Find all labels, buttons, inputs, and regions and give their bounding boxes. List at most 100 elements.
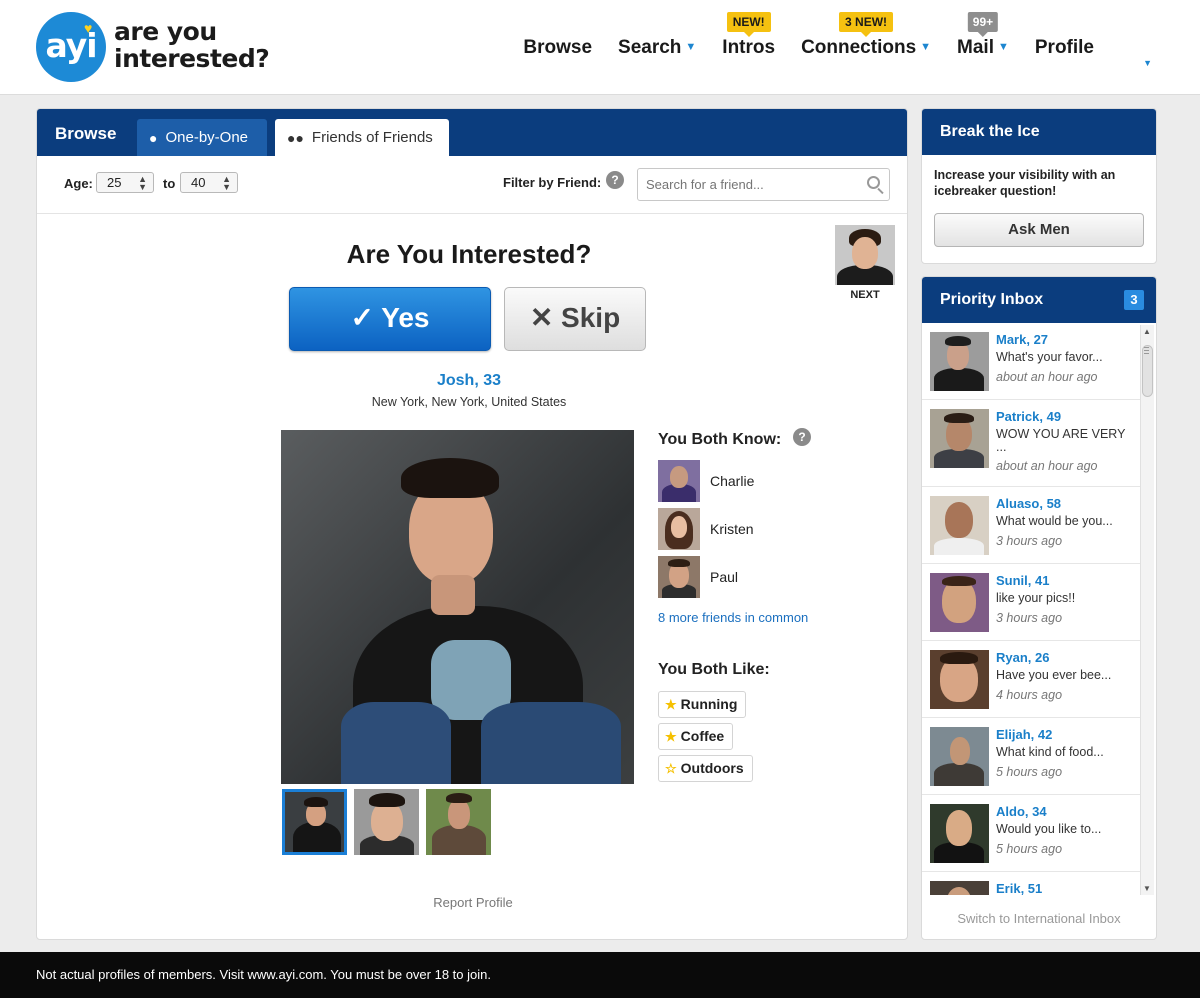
sender-avatar: [930, 409, 989, 468]
sender-name: Aluaso, 58: [996, 496, 1062, 511]
message-preview: Would you like to...: [996, 822, 1102, 836]
yes-button[interactable]: ✓ Yes: [289, 287, 491, 351]
scrollbar-thumb[interactable]: [1142, 345, 1153, 397]
nav-profile[interactable]: Profile: [1035, 10, 1094, 59]
photo-thumbnail[interactable]: [354, 789, 419, 855]
skip-button[interactable]: ✕ Skip: [504, 287, 646, 351]
inbox-message[interactable]: Ryan, 26 Have you ever bee... 4 hours ag…: [922, 641, 1140, 718]
ask-men-button[interactable]: Ask Men: [934, 213, 1144, 247]
profile-main-photo[interactable]: [281, 430, 634, 784]
photo-thumbnail[interactable]: [426, 789, 491, 855]
message-time: 3 hours ago: [996, 611, 1063, 625]
friend-search-input[interactable]: [646, 169, 856, 200]
sender-name: Elijah, 42: [996, 727, 1053, 742]
age-max-select[interactable]: 40 ▲ ▼: [180, 172, 238, 193]
chevron-down-icon: ▼: [997, 41, 1009, 53]
sender-name: Ryan, 26: [996, 650, 1050, 665]
logo-line-1: are you: [114, 17, 217, 46]
chevron-down-icon: ▼: [685, 41, 697, 53]
star-icon: ★: [665, 697, 677, 712]
sender-name: Erik, 51: [996, 881, 1043, 895]
inbox-message[interactable]: Sunil, 41 like your pics!! 3 hours ago: [922, 564, 1140, 641]
stepper-icon: ▲ ▼: [138, 174, 147, 192]
sender-avatar: [930, 573, 989, 632]
nav-search[interactable]: Search ▼: [618, 10, 696, 59]
logo-wordmark: are you interested?: [114, 17, 270, 73]
message-time: 5 hours ago: [996, 842, 1063, 856]
inbox-message[interactable]: Patrick, 49 WOW YOU ARE VERY ... about a…: [922, 400, 1140, 487]
priority-inbox-panel: Priority Inbox 3 Mark, 27 What's your fa…: [921, 276, 1157, 940]
friend-name: Kristen: [710, 521, 754, 537]
sender-name: Patrick, 49: [996, 409, 1062, 424]
inbox-scrollbar[interactable]: ▲ ▼: [1140, 325, 1154, 895]
inbox-message[interactable]: Mark, 27 What's your favor... about an h…: [922, 323, 1140, 400]
report-profile-link[interactable]: Report Profile: [373, 895, 573, 910]
filter-bar: Age: 25 ▲ ▼ to 40 ▲ ▼ Filter by Friend: ?: [37, 156, 907, 214]
filter-by-friend-label: Filter by Friend:: [503, 175, 602, 190]
main-nav: Browse Search ▼ NEW! Intros 3 NEW! Connec…: [497, 10, 1154, 90]
tab-one-by-one[interactable]: ● One-by-One: [137, 119, 267, 156]
help-icon[interactable]: ?: [606, 171, 624, 189]
footer-disclaimer: Not actual profiles of members. Visit ww…: [0, 952, 1200, 998]
interest-label: Outdoors: [680, 760, 744, 776]
ayi-logo[interactable]: ayi ♥ are you interested?: [36, 12, 270, 82]
chevron-down-icon[interactable]: ▼: [1143, 58, 1152, 68]
photo-thumbnail[interactable]: [282, 789, 347, 855]
interest-tag[interactable]: ★ Running: [658, 691, 747, 718]
search-icon[interactable]: [867, 176, 880, 189]
nav-connections[interactable]: 3 NEW! Connections ▼: [801, 10, 931, 59]
profile-location: New York, New York, United States: [371, 395, 567, 409]
inbox-message[interactable]: Aluaso, 58 What would be you... 3 hours …: [922, 487, 1140, 564]
nav-search-label: Search: [618, 37, 682, 58]
interest-tag[interactable]: ☆ Outdoors: [658, 755, 753, 782]
message-time: about an hour ago: [996, 459, 1098, 473]
scroll-down-icon[interactable]: ▼: [1143, 884, 1151, 893]
stepper-icon: ▲ ▼: [222, 174, 231, 192]
nav-mail[interactable]: 99+ Mail ▼: [957, 10, 1009, 59]
both-know-heading: You Both Know:: [658, 431, 782, 448]
tab-friends-of-friends[interactable]: ●● Friends of Friends: [275, 119, 449, 156]
scroll-up-icon[interactable]: ▲: [1143, 327, 1151, 336]
next-label[interactable]: NEXT: [835, 289, 895, 301]
grip-icon: [1144, 347, 1149, 348]
message-preview: What kind of food...: [996, 745, 1104, 759]
nav-profile-label: Profile: [1034, 37, 1094, 58]
question-heading: Are You Interested?: [346, 239, 592, 269]
message-time: 5 hours ago: [996, 765, 1063, 779]
friend-name: Charlie: [710, 473, 755, 489]
sender-avatar: [930, 727, 989, 786]
nav-mail-label: Mail: [957, 37, 994, 58]
star-icon: ☆: [665, 761, 677, 776]
next-profile-thumbnail[interactable]: [835, 225, 895, 285]
tab-label: One-by-One: [165, 129, 249, 146]
break-the-ice-heading: Break the Ice: [922, 109, 1156, 155]
person-icon: ●: [149, 129, 158, 146]
interest-tag[interactable]: ★ Coffee: [658, 723, 734, 750]
more-friends-link[interactable]: 8 more friends in common: [658, 610, 808, 625]
inbox-message[interactable]: Elijah, 42 What kind of food... 5 hours …: [922, 718, 1140, 795]
friend-name: Paul: [710, 569, 739, 585]
inbox-message[interactable]: Erik, 51: [922, 872, 1140, 895]
inbox-message[interactable]: Aldo, 34 Would you like to... 5 hours ag…: [922, 795, 1140, 872]
both-like-heading: You Both Like:: [658, 661, 770, 678]
heart-icon: ♥: [84, 20, 93, 36]
age-label: Age:: [64, 176, 93, 191]
switch-international-inbox-link[interactable]: Switch to International Inbox: [922, 911, 1156, 926]
people-icon: ●●: [287, 129, 304, 146]
break-the-ice-panel: Break the Ice Increase your visibility w…: [921, 108, 1157, 264]
logo-line-2: interested?: [114, 44, 270, 73]
to-label: to: [163, 176, 176, 191]
chevron-down-icon: ▼: [920, 41, 932, 53]
age-min-value: 25: [107, 175, 122, 190]
sender-name: Mark, 27: [996, 332, 1049, 347]
profile-name-age[interactable]: Josh, 33: [269, 372, 669, 390]
nav-browse[interactable]: Browse: [523, 10, 592, 59]
nav-intros[interactable]: NEW! Intros: [722, 10, 775, 59]
age-min-select[interactable]: 25 ▲ ▼: [96, 172, 154, 193]
priority-inbox-heading: Priority Inbox: [922, 277, 1156, 323]
message-preview: Have you ever bee...: [996, 668, 1112, 682]
message-preview: like your pics!!: [996, 591, 1076, 605]
break-the-ice-text: Increase your visibility with an icebrea…: [934, 168, 1116, 198]
help-icon[interactable]: ?: [793, 428, 811, 446]
star-icon: ★: [665, 729, 677, 744]
